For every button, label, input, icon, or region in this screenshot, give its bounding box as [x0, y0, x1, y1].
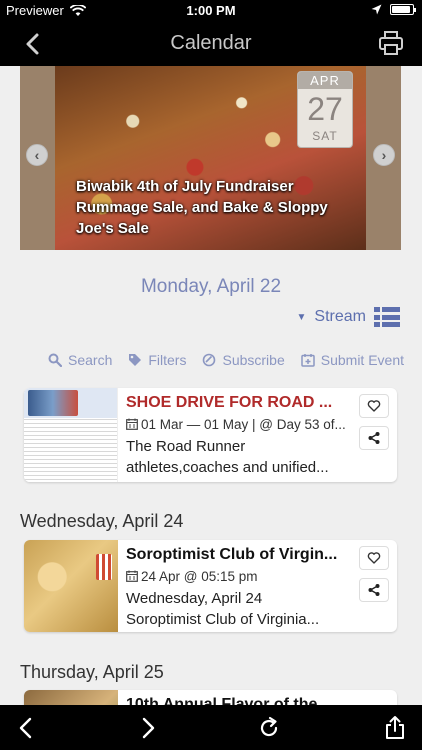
status-time: 1:00 PM — [186, 3, 236, 18]
day-section-heading: Thursday, April 25 — [20, 662, 164, 682]
favorite-button[interactable] — [359, 546, 389, 570]
caret-down-icon: ▼ — [296, 311, 307, 323]
forward-arrow-icon[interactable] — [134, 715, 160, 741]
share-button[interactable] — [359, 578, 389, 602]
event-thumbnail[interactable] — [24, 690, 118, 705]
badge-weekday: SAT — [312, 129, 338, 143]
carousel-next-button[interactable]: › — [373, 144, 395, 166]
carousel-prev-button[interactable]: ‹ — [26, 144, 48, 166]
bottom-toolbar — [0, 705, 422, 750]
filters-button[interactable]: Filters — [128, 350, 186, 370]
calendar-icon — [126, 418, 138, 430]
share-icon — [368, 432, 380, 444]
refresh-icon[interactable] — [256, 715, 282, 741]
event-thumbnail[interactable] — [24, 540, 118, 632]
share-button[interactable] — [359, 426, 389, 450]
calendar-icon — [126, 570, 138, 582]
subscribe-button[interactable]: Subscribe — [202, 350, 285, 370]
location-arrow-icon — [371, 4, 382, 15]
view-mode-label[interactable]: Stream — [314, 308, 366, 326]
event-card-body: 10th Annual Flavor of the... — [126, 694, 347, 705]
event-card[interactable]: SHOE DRIVE FOR ROAD ... 01 Mar — 01 May … — [24, 388, 397, 482]
heart-icon — [367, 400, 381, 412]
event-meta: 01 Mar — 01 May | @ Day 53 of... — [126, 414, 347, 436]
event-meta: 24 Apr @ 05:15 pm — [126, 566, 347, 588]
nav-bar: Calendar — [0, 22, 422, 66]
share-export-icon[interactable] — [382, 715, 408, 741]
event-card[interactable]: Soroptimist Club of Virgin... 24 Apr @ 0… — [24, 540, 397, 632]
event-thumbnail[interactable] — [24, 388, 118, 482]
calendar-toolbar: Search Filters Subscribe Submit Event — [48, 350, 408, 370]
status-right — [371, 4, 416, 15]
heart-icon — [367, 552, 381, 564]
battery-icon — [390, 4, 416, 15]
subscribe-icon — [203, 353, 216, 367]
back-arrow-icon[interactable] — [14, 715, 40, 741]
event-card[interactable]: 10th Annual Flavor of the... — [24, 690, 397, 705]
event-title[interactable]: Soroptimist Club of Virgin... — [126, 544, 347, 566]
day-section-heading: Wednesday, April 24 — [20, 511, 184, 531]
filters-label: Filters — [148, 352, 187, 368]
event-description-line: The Road Runner — [126, 438, 246, 455]
featured-event-title[interactable]: Biwabik 4th of July Fundraiser Rummage S… — [76, 176, 346, 239]
view-toggle[interactable]: ▼ Stream — [297, 304, 400, 330]
event-description-line: Soroptimist Club of Virginia... — [126, 611, 320, 628]
featured-date-badge: APR 27 SAT — [297, 71, 353, 148]
tag-icon — [129, 354, 142, 366]
subscribe-label: Subscribe — [222, 352, 285, 368]
event-description: Wednesday, April 24 Soroptimist Club of … — [126, 588, 347, 630]
search-icon — [48, 353, 62, 367]
status-bar: Previewer 1:00 PM — [0, 0, 422, 22]
badge-day: 27 — [307, 91, 343, 127]
list-view-icon[interactable] — [374, 307, 400, 327]
event-description: The Road Runner athletes,coaches and uni… — [126, 436, 347, 478]
event-title[interactable]: SHOE DRIVE FOR ROAD ... — [126, 392, 347, 414]
search-label: Search — [68, 352, 113, 368]
event-title[interactable]: 10th Annual Flavor of the... — [126, 694, 347, 705]
battery-fill — [392, 6, 410, 13]
page-title: Calendar — [170, 32, 252, 54]
print-icon[interactable] — [378, 30, 404, 56]
calendar-plus-icon — [301, 354, 315, 367]
badge-month: APR — [298, 72, 352, 89]
event-card-body: Soroptimist Club of Virgin... 24 Apr @ 0… — [126, 544, 347, 630]
calendar-content[interactable]: ‹ › APR 27 SAT Biwabik 4th of July Fundr… — [0, 66, 422, 705]
event-card-body: SHOE DRIVE FOR ROAD ... 01 Mar — 01 May … — [126, 392, 347, 478]
selected-date-heading[interactable]: Monday, April 22 — [0, 276, 422, 298]
submit-event-label: Submit Event — [320, 352, 405, 368]
favorite-button[interactable] — [359, 394, 389, 418]
featured-carousel[interactable]: ‹ › APR 27 SAT Biwabik 4th of July Fundr… — [20, 66, 401, 250]
event-actions — [359, 394, 389, 458]
event-description-line: athletes,coaches and unified... — [126, 459, 329, 476]
event-description-line: Wednesday, April 24 — [126, 590, 263, 607]
event-date-time: 24 Apr @ 05:15 pm — [141, 569, 258, 584]
event-actions — [359, 546, 389, 610]
event-date-range: 01 Mar — 01 May | @ Day 53 of... — [141, 417, 346, 432]
submit-event-button[interactable]: Submit Event — [301, 350, 404, 370]
search-button[interactable]: Search — [48, 350, 112, 370]
ticket-graphic — [96, 554, 112, 580]
share-icon — [368, 584, 380, 596]
flyer-image — [28, 390, 78, 416]
